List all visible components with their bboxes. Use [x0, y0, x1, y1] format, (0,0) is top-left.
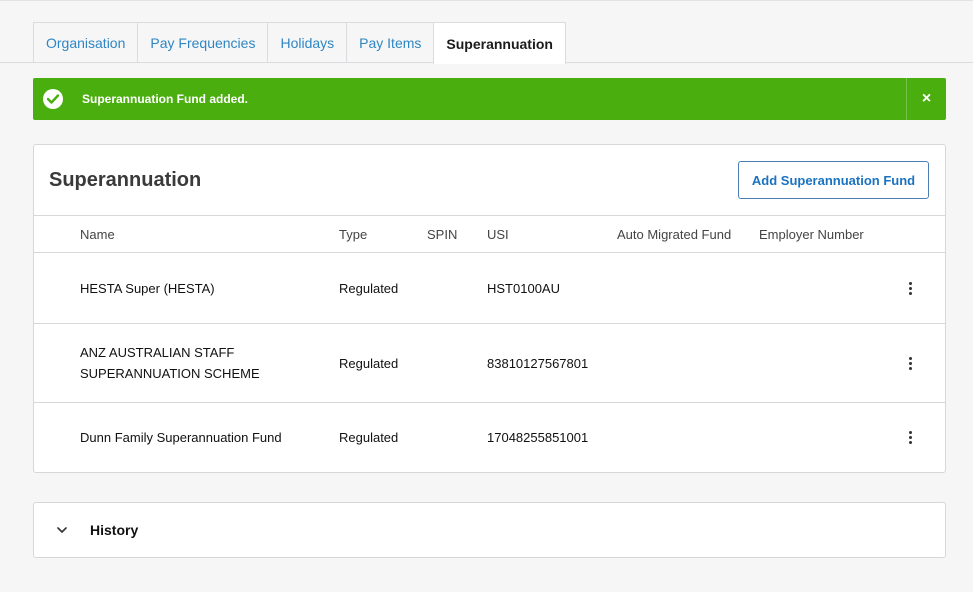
top-divider — [0, 0, 973, 1]
superannuation-table: Name Type SPIN USI Auto Migrated Fund Em… — [34, 215, 945, 472]
chevron-down-icon — [56, 524, 68, 536]
fund-usi: HST0100AU — [487, 280, 560, 296]
column-header-usi[interactable]: USI — [487, 216, 509, 252]
column-header-type[interactable]: Type — [339, 216, 367, 252]
fund-type: Regulated — [339, 430, 399, 445]
fund-name: ANZ AUSTRALIAN STAFF SUPERANNUATION SCHE… — [80, 345, 260, 381]
column-header-spin[interactable]: SPIN — [427, 216, 457, 252]
fund-type: Regulated — [339, 280, 399, 296]
row-menu-button[interactable] — [900, 253, 920, 323]
fund-type: Regulated — [339, 355, 399, 371]
tab-pay-items[interactable]: Pay Items — [346, 22, 435, 63]
add-superannuation-fund-button[interactable]: Add Superannuation Fund — [738, 161, 929, 199]
fund-name: Dunn Family Superannuation Fund — [80, 430, 282, 445]
tab-organisation[interactable]: Organisation — [33, 22, 139, 63]
table-row: Dunn Family Superannuation Fund Regulate… — [34, 402, 945, 472]
more-vertical-icon — [908, 431, 912, 444]
settings-tabs: Organisation Pay Frequencies Holidays Pa… — [33, 22, 566, 64]
close-alert-button[interactable]: × — [906, 78, 946, 120]
history-label: History — [90, 522, 139, 538]
fund-usi: 17048255851001 — [487, 430, 589, 445]
success-alert: Superannuation Fund added. × — [33, 78, 946, 120]
table-header-row: Name Type SPIN USI Auto Migrated Fund Em… — [34, 215, 945, 252]
superannuation-card: Superannuation Add Superannuation Fund N… — [33, 144, 946, 473]
tab-superannuation[interactable]: Superannuation — [433, 22, 566, 64]
more-vertical-icon — [908, 356, 912, 370]
column-header-auto-migrated[interactable]: Auto Migrated Fund — [617, 216, 731, 252]
table-row: ANZ AUSTRALIAN STAFF SUPERANNUATION SCHE… — [34, 323, 945, 402]
page-title: Superannuation — [49, 169, 202, 191]
more-vertical-icon — [908, 281, 912, 295]
fund-name: HESTA Super (HESTA) — [80, 280, 215, 296]
row-menu-button[interactable] — [900, 324, 920, 402]
column-header-name[interactable]: Name — [80, 216, 320, 252]
alert-message: Superannuation Fund added. — [82, 92, 248, 106]
column-header-employer-number[interactable]: Employer Number — [759, 216, 864, 252]
tab-holidays[interactable]: Holidays — [267, 22, 348, 63]
tab-pay-frequencies[interactable]: Pay Frequencies — [137, 22, 269, 63]
check-circle-icon — [43, 89, 63, 109]
table-row: HESTA Super (HESTA) Regulated HST0100AU — [34, 252, 945, 323]
history-section-toggle[interactable]: History — [33, 502, 946, 558]
fund-usi: 83810127567801 — [487, 355, 589, 371]
row-menu-button[interactable] — [900, 403, 920, 472]
